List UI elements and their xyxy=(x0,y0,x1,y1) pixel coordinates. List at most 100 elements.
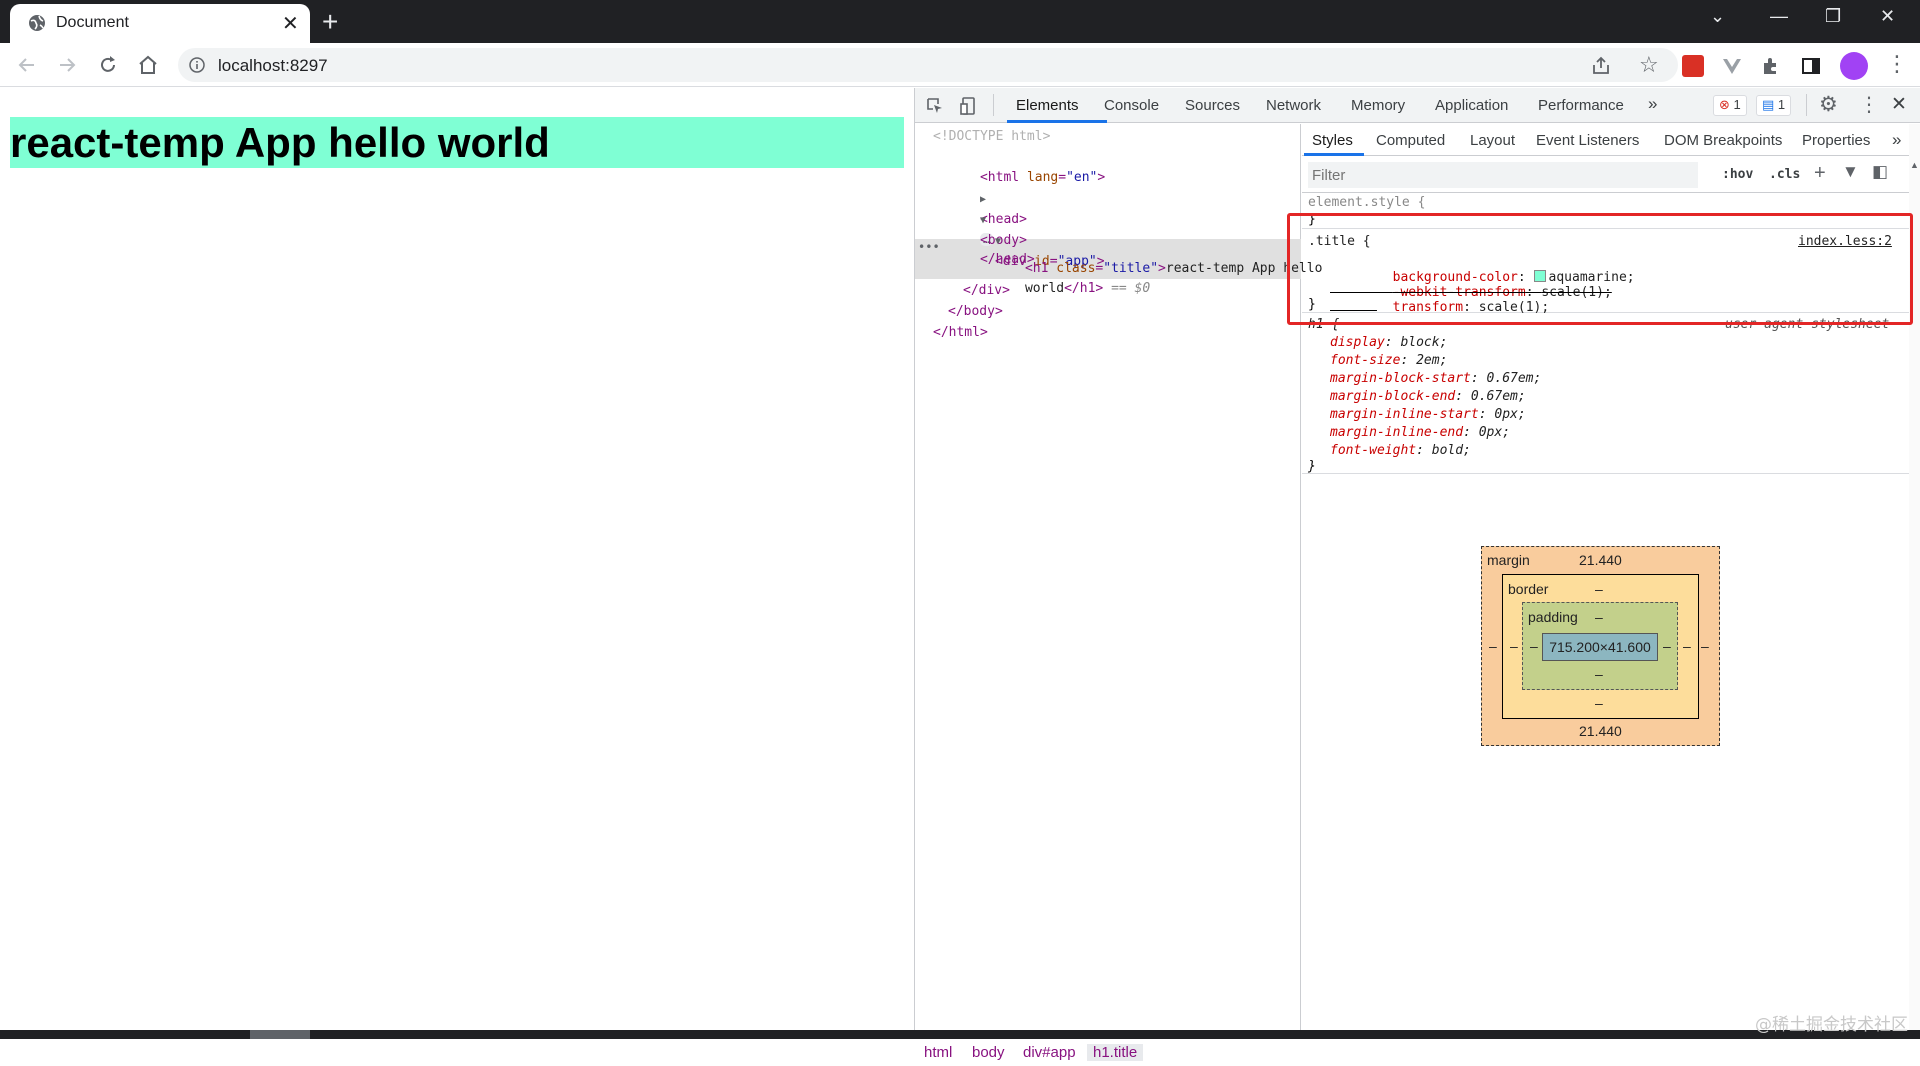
breadcrumb-div-app[interactable]: div#app xyxy=(1023,1044,1076,1061)
styles-filter-input[interactable] xyxy=(1308,162,1698,188)
tabbar-divider xyxy=(993,94,994,116)
error-icon: ⊗ xyxy=(1719,97,1730,112)
tab-layout[interactable]: Layout xyxy=(1470,132,1515,149)
devtools-menu-icon[interactable]: ⋮ xyxy=(1859,92,1879,117)
border-right-value[interactable]: – xyxy=(1683,638,1691,654)
globe-icon xyxy=(29,15,45,31)
browser-tab[interactable]: Document ✕ xyxy=(10,4,310,43)
device-toolbar-icon[interactable] xyxy=(959,96,979,116)
inspect-element-icon[interactable] xyxy=(925,96,945,116)
padding-label: padding xyxy=(1528,609,1578,625)
tab-network[interactable]: Network xyxy=(1266,97,1321,114)
scroll-up-icon[interactable]: ▲ xyxy=(1910,160,1919,170)
prop-value: block; xyxy=(1400,335,1448,350)
minimize-icon[interactable]: — xyxy=(1770,6,1788,27)
tab-computed[interactable]: Computed xyxy=(1376,132,1445,149)
prop-value: 0.67em; xyxy=(1486,371,1542,386)
dom-div-app-node[interactable]: ▼ <div id="app"> xyxy=(948,211,1105,269)
tab-dom-breakpoints[interactable]: DOM Breakpoints xyxy=(1664,132,1782,149)
toggle-sidebar-icon[interactable]: ◧ xyxy=(1872,162,1888,182)
padding-right-value[interactable]: – xyxy=(1663,638,1671,654)
tab-performance[interactable]: Performance xyxy=(1538,97,1624,114)
element-style-selector[interactable]: element.style { xyxy=(1308,194,1425,212)
margin-bottom-value[interactable]: 21.440 xyxy=(1579,723,1622,739)
dom-h1-node[interactable]: <h1 class="title">react-temp App hello xyxy=(978,239,1322,276)
extension-red-icon[interactable] xyxy=(1682,55,1704,77)
window-close-icon[interactable]: ✕ xyxy=(1880,6,1895,27)
tab-console[interactable]: Console xyxy=(1104,97,1159,114)
tab-sources[interactable]: Sources xyxy=(1185,97,1240,114)
tab-elements[interactable]: Elements xyxy=(1016,97,1079,114)
ua-prop-margin-block-start[interactable]: margin-block-start: 0.67em; xyxy=(1330,370,1541,388)
ua-prop-margin-inline-start[interactable]: margin-inline-start: 0px; xyxy=(1330,406,1526,424)
ua-prop-display[interactable]: display: block; xyxy=(1330,334,1447,352)
new-style-rule-icon[interactable]: + xyxy=(1814,162,1826,185)
padding-top-value[interactable]: – xyxy=(1595,609,1603,625)
errors-badge[interactable]: ⊗ 1 xyxy=(1713,95,1747,116)
reload-icon[interactable] xyxy=(96,53,120,77)
tab-event-listeners[interactable]: Event Listeners xyxy=(1536,132,1639,149)
vue-devtools-icon[interactable] xyxy=(1721,55,1743,77)
dom-body-node[interactable]: ▼ <body> xyxy=(933,190,1027,248)
share-icon[interactable] xyxy=(1590,55,1612,77)
padding-left-value[interactable]: – xyxy=(1530,638,1538,654)
profile-avatar[interactable] xyxy=(1840,52,1868,80)
forward-icon[interactable] xyxy=(55,53,79,77)
margin-left-value[interactable]: – xyxy=(1489,638,1497,654)
breadcrumb-html[interactable]: html xyxy=(924,1044,952,1061)
hover-state-toggle[interactable]: :hov xyxy=(1722,167,1753,182)
ua-prop-margin-block-end[interactable]: margin-block-end: 0.67em; xyxy=(1330,388,1526,406)
tab-close-icon[interactable]: ✕ xyxy=(282,11,299,36)
back-icon[interactable] xyxy=(15,53,39,77)
messages-badge[interactable]: ▤ 1 xyxy=(1756,95,1792,116)
ua-prop-font-weight[interactable]: font-weight: bold; xyxy=(1330,442,1471,460)
ua-prop-font-size[interactable]: font-size: 2em; xyxy=(1330,352,1447,370)
bookmark-star-icon[interactable]: ☆ xyxy=(1639,52,1659,78)
class-toggle[interactable]: .cls xyxy=(1769,167,1800,182)
border-left-value[interactable]: – xyxy=(1510,638,1518,654)
box-model-content[interactable]: 715.200×41.600 xyxy=(1542,633,1658,661)
tab-properties[interactable]: Properties xyxy=(1802,132,1870,149)
more-tabs-icon[interactable]: » xyxy=(1648,94,1657,114)
border-bottom-value[interactable]: – xyxy=(1595,695,1603,711)
devtools-close-icon[interactable]: ✕ xyxy=(1891,93,1907,116)
restore-icon[interactable]: ❐ xyxy=(1825,6,1841,27)
messages-count: 1 xyxy=(1777,97,1786,112)
page-title: react-temp App hello world xyxy=(10,117,904,168)
dom-div-close[interactable]: </div> xyxy=(963,281,1010,301)
dom-body-close[interactable]: </body> xyxy=(948,302,1003,322)
more-side-tabs-icon[interactable]: » xyxy=(1892,130,1901,150)
dom-html-node[interactable]: <html lang="en"> xyxy=(933,148,1105,185)
paint-bucket-icon[interactable]: ▼ xyxy=(1842,162,1859,182)
ua-prop-margin-inline-end[interactable]: margin-inline-end: 0px; xyxy=(1330,424,1510,442)
dom-doctype[interactable]: <!DOCTYPE html> xyxy=(933,127,1050,147)
new-tab-icon[interactable]: + xyxy=(322,6,338,38)
tab-memory[interactable]: Memory xyxy=(1351,97,1405,114)
dom-h1-close: </h1> xyxy=(1064,281,1104,296)
node-actions-ellipsis-icon[interactable]: ••• xyxy=(918,237,940,257)
browser-title-bar: Document ✕ + ⌄ — ❐ ✕ xyxy=(0,0,1920,43)
tab-search-chevron-icon[interactable]: ⌄ xyxy=(1710,6,1725,27)
dom-head-node[interactable]: ▶ <head> … </head> xyxy=(933,169,1035,267)
tab-styles[interactable]: Styles xyxy=(1312,132,1353,149)
horizontal-scrollbar-thumb[interactable] xyxy=(250,1030,310,1039)
padding-bottom-value[interactable]: – xyxy=(1595,666,1603,682)
dom-h1-node-cont[interactable]: world</h1> == $0 xyxy=(978,259,1150,296)
side-panel-tabs: Styles Computed Layout Event Listeners D… xyxy=(1302,124,1920,156)
extensions-puzzle-icon[interactable] xyxy=(1760,55,1782,77)
breadcrumb-h1-title[interactable]: h1.title xyxy=(1087,1044,1144,1061)
message-icon: ▤ xyxy=(1762,97,1775,112)
side-panel-icon[interactable] xyxy=(1800,55,1822,77)
site-info-icon[interactable] xyxy=(188,56,206,74)
chrome-menu-icon[interactable]: ⋮ xyxy=(1886,51,1908,77)
breadcrumb-body[interactable]: body xyxy=(972,1044,1005,1061)
home-icon[interactable] xyxy=(136,53,160,77)
border-top-value[interactable]: – xyxy=(1595,581,1603,597)
prop-name: font-weight xyxy=(1330,443,1417,458)
tab-application[interactable]: Application xyxy=(1435,97,1508,114)
settings-gear-icon[interactable]: ⚙ xyxy=(1819,92,1838,117)
address-bar[interactable]: localhost:8297 ☆ xyxy=(178,48,1678,82)
margin-top-value[interactable]: 21.440 xyxy=(1579,552,1622,568)
margin-right-value[interactable]: – xyxy=(1701,638,1709,654)
dom-html-close[interactable]: </html> xyxy=(933,323,988,343)
